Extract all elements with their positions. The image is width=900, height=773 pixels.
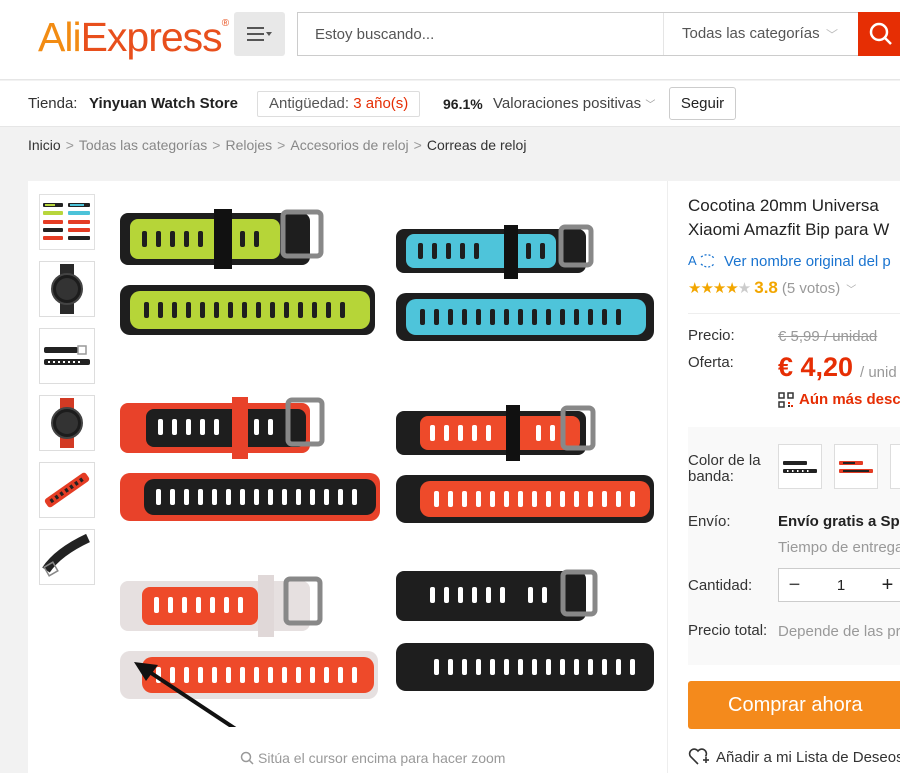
category-select[interactable]: Todas las categorías ﹀ (663, 13, 858, 55)
search-button[interactable] (858, 12, 900, 56)
product-title-line-2: Xiaomi Amazfit Bip para W (688, 220, 890, 239)
quantity-stepper: − 1 + (778, 568, 900, 602)
rating-score: 3.8 (754, 278, 778, 297)
breadcrumb-separator: > (65, 137, 74, 153)
chevron-down-icon: ﹀ (825, 28, 838, 42)
view-original-name-text: Ver nombre original del p (724, 252, 891, 270)
offer-price: € 4,20 (778, 352, 854, 382)
product-info: Cocotina 20mm Universa Xiaomi Amazfit Bi… (688, 181, 900, 773)
zoom-icon (240, 751, 254, 765)
product-title: Cocotina 20mm Universa Xiaomi Amazfit Bi… (688, 194, 900, 242)
quantity-decrease-button[interactable]: − (779, 569, 810, 601)
swatch-black-image (783, 461, 817, 473)
breadcrumb-item-watch-straps: Correas de reloj (426, 137, 527, 153)
rating-votes: (5 votos) (781, 279, 841, 297)
breadcrumb-item-home[interactable]: Inicio (28, 137, 61, 153)
categories-menu-button[interactable] (234, 12, 285, 56)
breadcrumb-item-watches[interactable]: Relojes (225, 137, 272, 153)
thumbnail-strap-black-image (44, 345, 90, 365)
aliexpress-logo[interactable]: AliExpress® (38, 14, 229, 61)
thumbnail-watch-black-image (51, 264, 83, 314)
product-title-line-1: Cocotina 20mm Universa (688, 196, 879, 215)
divider (688, 313, 900, 314)
chevron-down-icon: ﹀ (645, 100, 656, 111)
search-input[interactable] (298, 13, 663, 55)
thumbnail-strap-red-image (44, 472, 90, 508)
store-rating-percent: 96.1% (443, 96, 483, 112)
thumbnail-3[interactable] (39, 328, 95, 384)
shipping-label: Envío: (688, 513, 731, 530)
column-divider (667, 181, 668, 773)
view-original-name-link[interactable]: A Ver nombre original del p (688, 252, 891, 270)
qr-icon (778, 391, 794, 408)
menu-icon (246, 27, 272, 41)
zoom-hint-text: Sitúa el cursor encima para hacer zoom (258, 750, 506, 766)
quantity-label: Cantidad: (688, 577, 753, 594)
color-label: Color de la banda: (688, 452, 761, 485)
store-age-badge: Antigüedad: 3 año(s) (257, 91, 421, 117)
add-to-wishlist-link[interactable]: Añadir a mi Lista de Deseos (688, 747, 900, 767)
thumbnail-6[interactable] (39, 529, 95, 585)
zoom-hint: Sitúa el cursor encima para hacer zoom (240, 750, 505, 766)
search-bar: Todas las categorías ﹀ (297, 12, 900, 56)
breadcrumb: Inicio > Todas las categorías > Relojes > Acce… (28, 137, 526, 153)
total-price-value: Depende de las pr (778, 623, 900, 640)
color-swatch-1[interactable] (778, 444, 822, 489)
swatch-red-image (839, 461, 873, 473)
rating-stars: ★★★★★ (688, 280, 751, 297)
follow-button[interactable]: Seguir (669, 87, 736, 120)
color-swatch-3[interactable] (890, 444, 900, 489)
chevron-down-icon: ﹀ (846, 284, 857, 296)
thumbnail-strap-curved-image (42, 533, 90, 577)
color-swatch-2[interactable] (834, 444, 878, 489)
add-to-wishlist-text: Añadir a mi Lista de Deseos (716, 748, 900, 766)
original-price: € 5,99 / unidad (778, 328, 878, 345)
product-panel: Sitúa el cursor encima para hacer zoom C… (28, 181, 900, 773)
breadcrumb-separator: > (413, 137, 422, 153)
breadcrumb-item-all-categories[interactable]: Todas las categorías (79, 137, 207, 153)
main-product-image[interactable] (108, 197, 668, 727)
store-age-value: 3 año(s) (353, 95, 409, 112)
price-unit: / unid (860, 364, 897, 381)
search-icon (869, 22, 892, 45)
quantity-increase-button[interactable]: + (872, 569, 900, 601)
thumbnail-watch-red-image (51, 398, 83, 448)
shipping-time: Tiempo de entrega (778, 539, 900, 556)
store-rating-text: Valoraciones positivas (493, 95, 642, 112)
thumbnail-straps-grid-image (43, 203, 90, 240)
store-name-link[interactable]: Yinyuan Watch Store (89, 95, 238, 112)
breadcrumb-separator: > (277, 137, 286, 153)
heart-plus-icon (688, 748, 709, 765)
category-select-value: Todas las categorías (682, 25, 820, 42)
offer-label: Oferta: (688, 354, 734, 371)
store-rating-dropdown[interactable]: Valoraciones positivas ﹀ (493, 95, 655, 112)
breadcrumb-separator: > (212, 137, 221, 153)
breadcrumb-item-watch-accessories[interactable]: Accesorios de reloj (290, 137, 408, 153)
store-label: Tienda: (28, 95, 78, 112)
store-age-label: Antigüedad: (269, 95, 354, 112)
total-price-label: Precio total: (688, 622, 768, 639)
thumbnail-2[interactable] (39, 261, 95, 317)
thumbnail-1[interactable] (39, 194, 95, 250)
logo-express: Express (80, 14, 223, 60)
app-discount-link[interactable]: Aún más descu (778, 391, 900, 408)
translate-icon: A (688, 253, 715, 268)
registered-mark: ® (221, 18, 229, 29)
site-header: AliExpress® Todas las categorías ﹀ (0, 0, 900, 80)
shipping-value[interactable]: Envío gratis a Sp (778, 513, 900, 530)
logo-ali: Ali (38, 14, 82, 60)
store-bar: Tienda: Yinyuan Watch Store Antigüedad: … (0, 81, 900, 127)
thumbnail-5[interactable] (39, 462, 95, 518)
buy-now-button[interactable]: Comprar ahora (688, 681, 900, 729)
thumbnail-4[interactable] (39, 395, 95, 451)
app-discount-text: Aún más descu (799, 391, 900, 408)
price-label: Precio: (688, 327, 735, 344)
svg-text:A: A (688, 253, 697, 268)
quantity-input[interactable]: 1 (810, 569, 872, 601)
product-rating[interactable]: ★★★★★ 3.8 (5 votos) ﹀ (688, 278, 856, 298)
